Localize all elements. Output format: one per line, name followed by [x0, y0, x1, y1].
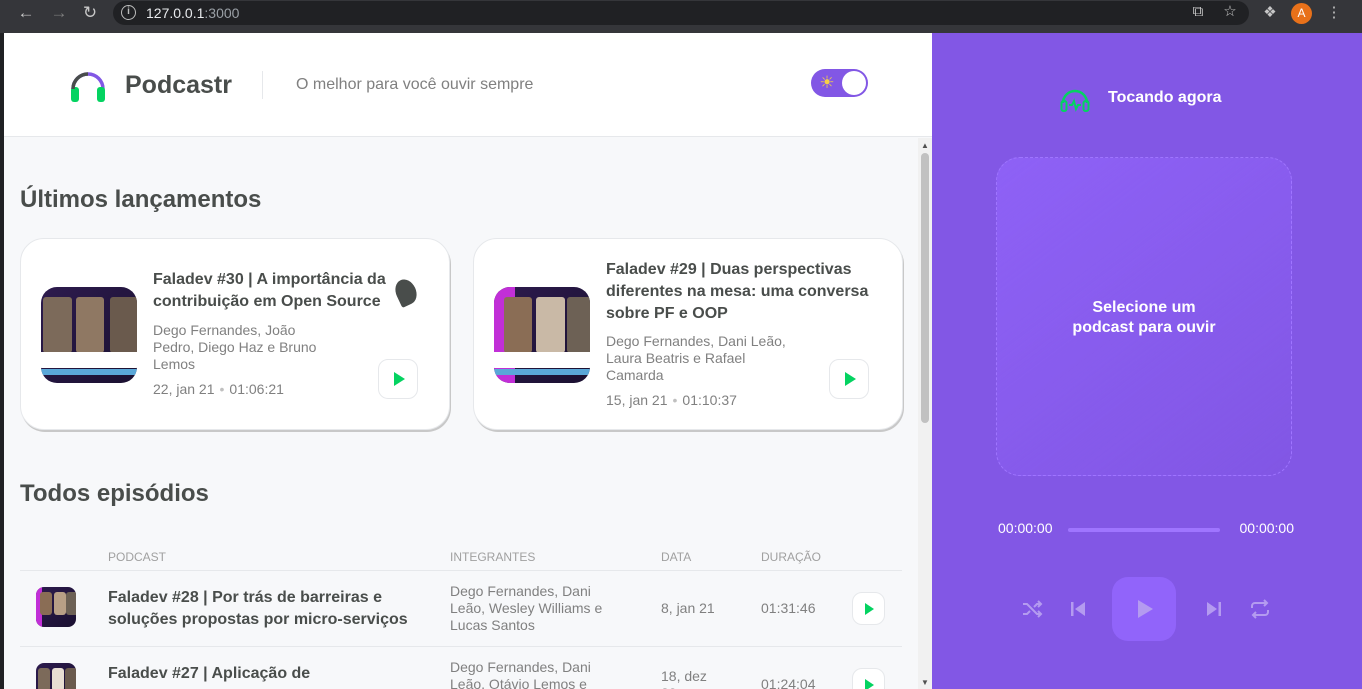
header: Podcastr O melhor para você ouvir sempre…: [4, 33, 932, 137]
theme-toggle[interactable]: ☀: [811, 69, 868, 97]
play-button[interactable]: [852, 668, 885, 689]
episode-members: Dego Fernandes, Dani Leão, Wesley Willia…: [450, 583, 603, 633]
column-duration: DURAÇÃO: [761, 550, 822, 564]
episode-duration: 01:24:04: [761, 676, 816, 689]
open-external-icon[interactable]: ⧉: [1188, 3, 1208, 20]
play-icon: [394, 372, 405, 386]
episode-duration: 01:31:46: [761, 600, 816, 616]
app: Podcastr O melhor para você ouvir sempre…: [4, 33, 1362, 689]
main-area: Podcastr O melhor para você ouvir sempre…: [4, 33, 932, 689]
play-button[interactable]: [378, 359, 418, 399]
play-icon: [845, 372, 856, 386]
scroll-down-icon[interactable]: ▼: [918, 678, 932, 687]
menu-icon[interactable]: ⋮: [1324, 3, 1344, 21]
episode-members: Dego Fernandes, Dani Leão, Otávio Lemos …: [450, 659, 591, 689]
progress-slider[interactable]: [1068, 528, 1220, 532]
episode-title[interactable]: Faladev #29 | Duas perspectivas diferent…: [606, 259, 868, 325]
sun-icon: ☀: [819, 73, 835, 92]
headphones-icon: [71, 72, 105, 102]
episode-title[interactable]: Faladev #28 | Por trás de barreiras e so…: [108, 587, 428, 631]
episode-meta: 15, jan 21 • 01:10:37: [606, 392, 737, 408]
episode-duration: 01:10:37: [682, 392, 737, 408]
big-play-button[interactable]: [1112, 577, 1176, 641]
player-controls: [1012, 577, 1292, 641]
table-row: Faladev #28 | Por trás de barreiras e so…: [20, 570, 902, 646]
episode-duration: 01:06:21: [229, 381, 284, 397]
episode-date: 18, dez 20: [661, 668, 707, 689]
latest-episode-card[interactable]: Faladev #29 | Duas perspectivas diferent…: [473, 238, 903, 430]
previous-icon[interactable]: [1063, 594, 1093, 624]
play-button[interactable]: [829, 359, 869, 399]
episode-title[interactable]: Faladev #27 | Aplicação de: [108, 663, 428, 685]
empty-player-message: Selecione um podcast para ouvir: [1072, 299, 1216, 336]
headphones-icon: [1060, 89, 1090, 112]
back-icon[interactable]: ←: [13, 0, 39, 26]
star-icon[interactable]: ☆: [1220, 2, 1240, 20]
latest-episode-card[interactable]: Faladev #30 | A importância da contribui…: [20, 238, 450, 430]
browser-toolbar: ← → ↻ i 127.0.0.1:3000 ⧉ ☆ ❖ A ⋮: [0, 0, 1362, 33]
episode-thumbnail: [36, 663, 76, 689]
player-panel: Tocando agora Selecione um podcast para …: [932, 33, 1362, 689]
play-icon: [865, 603, 874, 615]
episode-meta: 22, jan 21 • 01:06:21: [153, 381, 284, 397]
scroll-up-icon[interactable]: ▲: [918, 141, 932, 150]
extensions-icon[interactable]: ❖: [1260, 3, 1280, 21]
scrollbar-thumb[interactable]: [921, 153, 929, 423]
tagline: O melhor para você ouvir sempre: [296, 76, 534, 93]
episode-title[interactable]: Faladev #30 | A importância da contribui…: [153, 269, 386, 313]
progress-area: 00:00:00 00:00:00: [998, 520, 1294, 538]
empty-player-card: Selecione um podcast para ouvir: [996, 157, 1292, 476]
address-bar[interactable]: i 127.0.0.1:3000 ⧉ ☆: [113, 1, 1249, 25]
time-total: 00:00:00: [1239, 520, 1295, 536]
shuffle-icon[interactable]: [1017, 594, 1047, 624]
episode-thumbnail: [494, 287, 590, 383]
episode-date: 15, jan 21: [606, 392, 668, 408]
episode-date: 22, jan 21: [153, 381, 215, 397]
episode-thumbnail: [41, 287, 137, 383]
column-podcast: PODCAST: [108, 550, 167, 564]
toggle-knob: [842, 71, 866, 95]
forward-icon[interactable]: →: [46, 0, 72, 26]
all-episodes-title: Todos episódios: [20, 480, 209, 507]
next-icon[interactable]: [1199, 594, 1229, 624]
episode-thumbnail: [36, 587, 76, 627]
latest-title: Últimos lançamentos: [20, 186, 262, 213]
play-icon: [1138, 600, 1153, 618]
column-date: DATA: [661, 550, 692, 564]
brand-name: Podcastr: [125, 71, 232, 99]
header-divider: [262, 71, 263, 99]
content-scroll[interactable]: Últimos lançamentos Faladev #30 | A impo…: [4, 138, 932, 689]
play-button[interactable]: [852, 592, 885, 625]
play-icon: [865, 679, 874, 689]
episode-members: Dego Fernandes, Dani Leão, Laura Beatris…: [606, 333, 786, 383]
repeat-icon[interactable]: [1245, 594, 1275, 624]
url-text: 127.0.0.1:3000: [146, 5, 240, 21]
table-row: Faladev #27 | Aplicação de Dego Fernande…: [20, 646, 902, 689]
episode-date: 8, jan 21: [661, 600, 715, 616]
episode-members: Dego Fernandes, João Pedro, Diego Haz e …: [153, 322, 317, 372]
scrollbar[interactable]: ▲ ▼: [918, 138, 932, 689]
reload-icon[interactable]: ↻: [77, 0, 103, 26]
time-current: 00:00:00: [998, 520, 1053, 536]
now-playing-label: Tocando agora: [1108, 89, 1222, 106]
column-members: INTEGRANTES: [450, 550, 536, 564]
profile-avatar[interactable]: A: [1291, 3, 1312, 24]
info-icon[interactable]: i: [121, 5, 136, 20]
